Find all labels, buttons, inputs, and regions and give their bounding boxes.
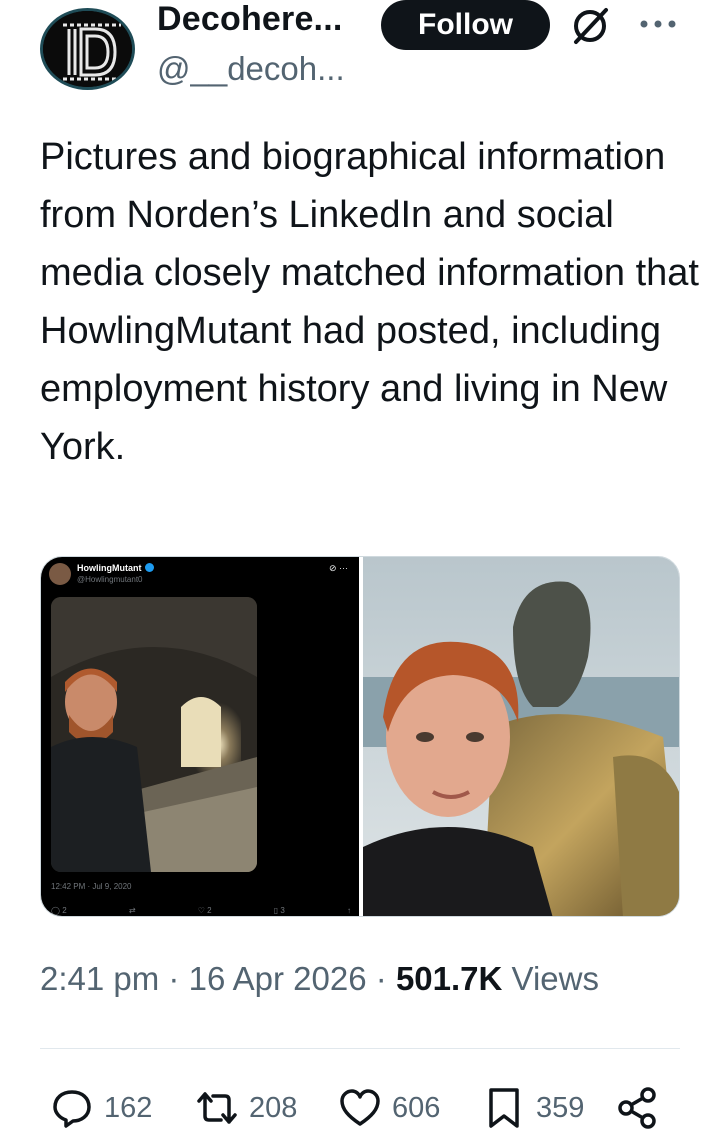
repost-icon <box>197 1092 237 1124</box>
embedded-screenshot-image[interactable]: HowlingMutant @Howlingmutant0 ⊘ ··· 12:4… <box>41 557 359 916</box>
embedded-handle: @Howlingmutant0 <box>77 575 143 584</box>
avatar[interactable] <box>40 8 135 90</box>
author-display-name[interactable]: Decohere... <box>157 0 343 39</box>
bookmark-button[interactable]: 359 <box>482 1082 584 1134</box>
embedded-more-icon: ⊘ ··· <box>329 563 349 573</box>
tweet-date[interactable]: 16 Apr 2026 <box>189 960 367 997</box>
tweet-meta: 2:41 pm · 16 Apr 2026 · 501.7K Views <box>40 960 599 998</box>
tunnel-scene-image <box>51 597 257 872</box>
views-count: 501.7K <box>395 960 503 997</box>
grok-icon[interactable] <box>568 4 612 48</box>
repost-button[interactable]: 208 <box>195 1082 297 1134</box>
embedded-timestamp: 12:42 PM · Jul 9, 2020 <box>51 882 132 891</box>
bookmark-count: 359 <box>536 1091 585 1124</box>
meta-separator: · <box>168 960 180 997</box>
embedded-avatar <box>49 563 71 585</box>
tweet-text: Pictures and biographical information fr… <box>40 136 699 468</box>
divider <box>40 1048 680 1049</box>
embedded-retweet: ⇄ <box>128 906 136 915</box>
share-icon <box>618 1087 656 1129</box>
tweet-time[interactable]: 2:41 pm <box>40 960 159 997</box>
embedded-like: ♡ 2 <box>197 906 212 915</box>
more-icon[interactable] <box>638 14 678 34</box>
action-bar: 162 208 606 359 <box>50 1082 680 1134</box>
media-grid[interactable]: HowlingMutant @Howlingmutant0 ⊘ ··· 12:4… <box>40 556 680 917</box>
tunnel-photo <box>51 597 257 872</box>
embedded-name: HowlingMutant <box>77 563 154 573</box>
author-handle[interactable]: @__decoh... <box>157 50 345 88</box>
heart-icon <box>340 1089 380 1126</box>
tweet-header: Decohere... @__decoh... Follow <box>0 0 719 110</box>
portrait-armor-photo <box>363 557 679 916</box>
like-count: 606 <box>392 1091 441 1124</box>
reply-icon <box>53 1090 91 1128</box>
views-label: Views <box>511 960 599 997</box>
repost-count: 208 <box>249 1091 298 1124</box>
embedded-actions: ◯ 2 ⇄ ♡ 2 ▯ 3 ↑ <box>51 906 351 915</box>
reply-button[interactable]: 162 <box>50 1082 152 1134</box>
share-button[interactable] <box>616 1082 660 1134</box>
follow-button[interactable]: Follow <box>381 0 550 50</box>
meta-separator: · <box>375 960 387 997</box>
like-button[interactable]: 606 <box>338 1082 440 1134</box>
portrait-with-armor-image[interactable] <box>363 557 679 916</box>
avatar-logo-icon <box>43 11 132 87</box>
embedded-reply: ◯ 2 <box>51 906 67 915</box>
embedded-bookmark: ▯ 3 <box>273 906 285 915</box>
verified-badge-icon <box>144 563 154 572</box>
embedded-share: ↑ <box>346 906 351 915</box>
reply-count: 162 <box>104 1091 153 1124</box>
bookmark-icon <box>489 1088 519 1128</box>
